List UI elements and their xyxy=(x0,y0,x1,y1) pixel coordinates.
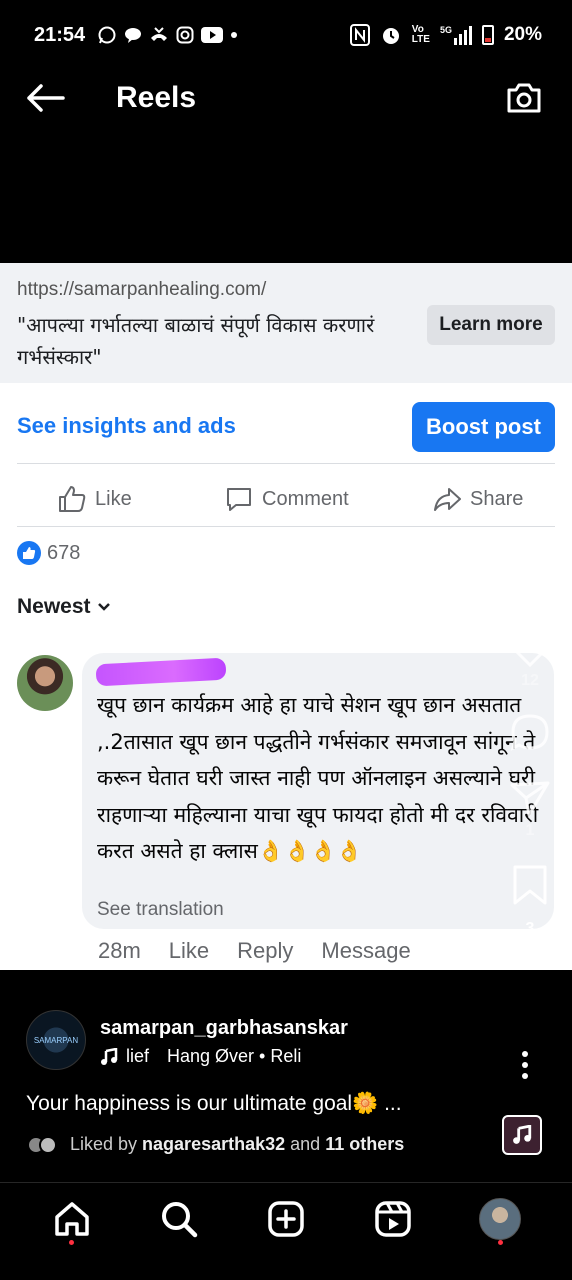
nav-home[interactable] xyxy=(42,1189,102,1249)
volte-icon: Vo LTE xyxy=(411,24,430,45)
comment-button[interactable]: Comment xyxy=(224,484,349,514)
like-label: Like xyxy=(95,487,132,510)
comment-icon xyxy=(227,488,251,511)
comment-reply-button[interactable]: Reply xyxy=(237,938,293,964)
search-icon xyxy=(161,1202,198,1238)
post-actions: Like Comment Share xyxy=(0,471,572,527)
nav-create[interactable] xyxy=(256,1189,316,1249)
liked-by-row[interactable]: Liked by nagaresarthak32 and 11 others xyxy=(26,1134,404,1155)
reel-side-actions: 12 1 3 xyxy=(506,628,554,938)
reaction-summary[interactable]: 678 xyxy=(17,541,80,565)
avatar-logo-text: SAMARPAN xyxy=(33,1035,79,1045)
comment-time: 28m xyxy=(98,938,141,963)
chat-icon xyxy=(125,28,142,43)
liked-by-text: Liked by nagaresarthak32 and 11 others xyxy=(70,1134,405,1154)
camera-icon[interactable] xyxy=(502,76,546,120)
learn-more-button[interactable]: Learn more xyxy=(427,305,555,345)
reel-like-count: 12 xyxy=(521,672,539,689)
reels-icon xyxy=(375,1201,411,1237)
see-translation-link[interactable]: See translation xyxy=(97,899,224,921)
see-insights-link[interactable]: See insights and ads xyxy=(17,413,236,439)
reel-save-count: 3 xyxy=(525,920,535,937)
music-note-icon xyxy=(513,1125,532,1144)
reaction-count: 678 xyxy=(47,541,81,564)
link-headline: "आपल्या गर्भातल्या बाळाचं संपूर्ण विकास … xyxy=(17,313,375,369)
reel-caption[interactable]: Your happiness is our ultimate goal🌼 ... xyxy=(26,1092,402,1116)
reel-share-button[interactable]: 1 xyxy=(509,780,551,840)
profile-avatar xyxy=(479,1198,522,1240)
audio-thumbnail[interactable] xyxy=(502,1115,542,1155)
status-time: 21:54 xyxy=(34,23,86,46)
share-button[interactable]: Share xyxy=(432,484,523,514)
reel-username[interactable]: samarpan_garbhasanskar xyxy=(100,1017,348,1040)
comment-text: खूप छान कार्यक्रम आहे हा याचे सेशन खूप छ… xyxy=(97,693,539,863)
reel-save-button[interactable]: 3 xyxy=(512,864,548,938)
comment-label: Comment xyxy=(262,487,349,510)
commenter-avatar[interactable] xyxy=(17,655,73,711)
heart-icon xyxy=(508,629,552,668)
create-icon xyxy=(268,1201,304,1237)
like-button[interactable]: Like xyxy=(57,484,132,514)
whatsapp-icon xyxy=(98,26,116,44)
alarm-icon xyxy=(382,28,399,44)
audio-artist: lief xyxy=(126,1046,150,1066)
page-title: Reels xyxy=(116,81,197,114)
comment-message-button[interactable]: Message xyxy=(321,938,410,964)
battery-icon xyxy=(481,25,494,45)
notification-dot xyxy=(497,1240,503,1245)
instagram-icon xyxy=(176,26,194,44)
dot-icon xyxy=(231,32,238,38)
reel-author-avatar[interactable]: SAMARPAN xyxy=(26,1010,86,1070)
battery-level: 20% xyxy=(503,24,542,45)
thumbs-up-icon xyxy=(59,486,86,512)
bookmark-icon xyxy=(513,865,547,905)
like-reaction-icon xyxy=(17,541,41,565)
nav-reels[interactable] xyxy=(363,1189,423,1249)
share-icon xyxy=(434,488,461,511)
signal-icon: 5G xyxy=(440,25,472,45)
network-type: 5G xyxy=(439,25,452,35)
audio-track: Hang Øver • Reli xyxy=(167,1046,302,1066)
home-icon xyxy=(54,1202,89,1236)
chevron-down-icon xyxy=(97,603,110,611)
liker-avatars-icon xyxy=(27,1135,57,1154)
reel-like-button[interactable]: 12 xyxy=(508,628,552,690)
boost-post-button[interactable]: Boost post xyxy=(412,402,555,452)
reel-comment-button[interactable] xyxy=(509,712,551,754)
music-note-icon xyxy=(101,1047,118,1065)
status-bar: 21:54 Vo LTE 5G 20% xyxy=(0,0,572,70)
more-options-icon[interactable] xyxy=(520,1050,530,1080)
reel-audio[interactable]: lief Hang Øver • Reli xyxy=(100,1046,301,1067)
bottom-navigation xyxy=(0,1183,572,1255)
send-icon xyxy=(510,781,550,817)
system-icons: Vo LTE 5G 20% xyxy=(349,24,542,46)
redacted-commenter-name xyxy=(95,657,227,687)
notification-icons xyxy=(97,25,238,45)
comment-like-button[interactable]: Like xyxy=(169,938,209,964)
divider xyxy=(17,526,555,527)
reels-header: Reels xyxy=(0,70,572,126)
link-url: https://samarpanhealing.com/ xyxy=(17,279,267,300)
comment-actions: 28m Like Reply Message xyxy=(98,938,411,964)
comment-bubble: खूप छान कार्यक्रम आहे हा याचे सेशन खूप छ… xyxy=(82,653,554,929)
nav-profile[interactable] xyxy=(470,1189,530,1249)
reel-share-count: 1 xyxy=(525,822,535,839)
youtube-icon xyxy=(201,27,224,43)
divider xyxy=(17,463,555,464)
nfc-icon xyxy=(349,24,370,46)
comment-sort-dropdown[interactable]: Newest xyxy=(17,595,111,619)
facebook-post-panel: https://samarpanhealing.com/ "आपल्या गर्… xyxy=(0,263,572,970)
nav-search[interactable] xyxy=(149,1189,209,1249)
missed-call-icon xyxy=(151,27,168,41)
share-label: Share xyxy=(470,487,524,510)
link-preview[interactable]: https://samarpanhealing.com/ "आपल्या गर्… xyxy=(0,263,572,383)
notification-dot xyxy=(69,1240,75,1245)
arrow-left-icon[interactable] xyxy=(26,78,66,118)
comment-bubble-icon xyxy=(510,714,549,751)
sort-label: Newest xyxy=(17,595,91,618)
system-nav-area xyxy=(0,1255,572,1280)
